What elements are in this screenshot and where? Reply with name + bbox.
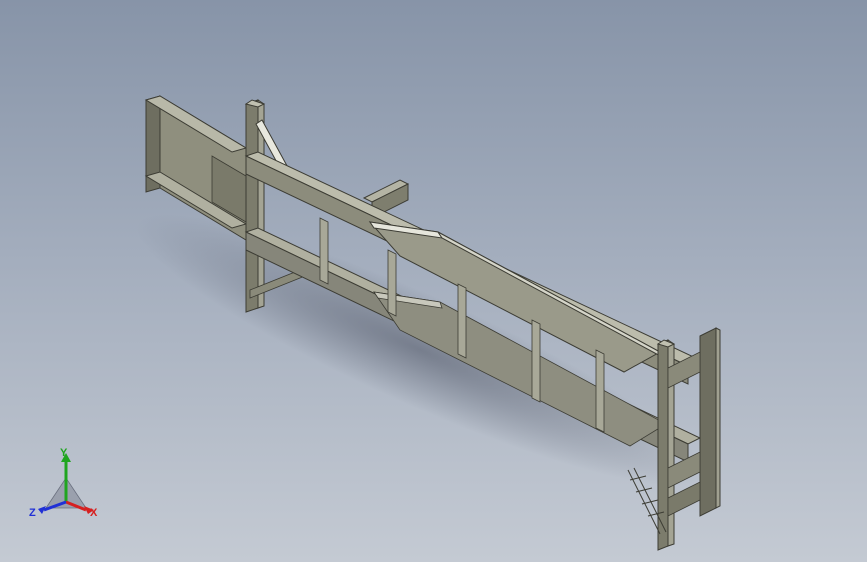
conveyor-frame-model[interactable] xyxy=(0,0,867,562)
axis-triad: Y X Z xyxy=(29,447,98,519)
graphics-viewport[interactable]: Y X Z xyxy=(0,0,867,562)
x-axis-label: X xyxy=(90,507,98,519)
y-axis-label: Y xyxy=(60,447,68,459)
z-axis-label: Z xyxy=(29,507,36,519)
